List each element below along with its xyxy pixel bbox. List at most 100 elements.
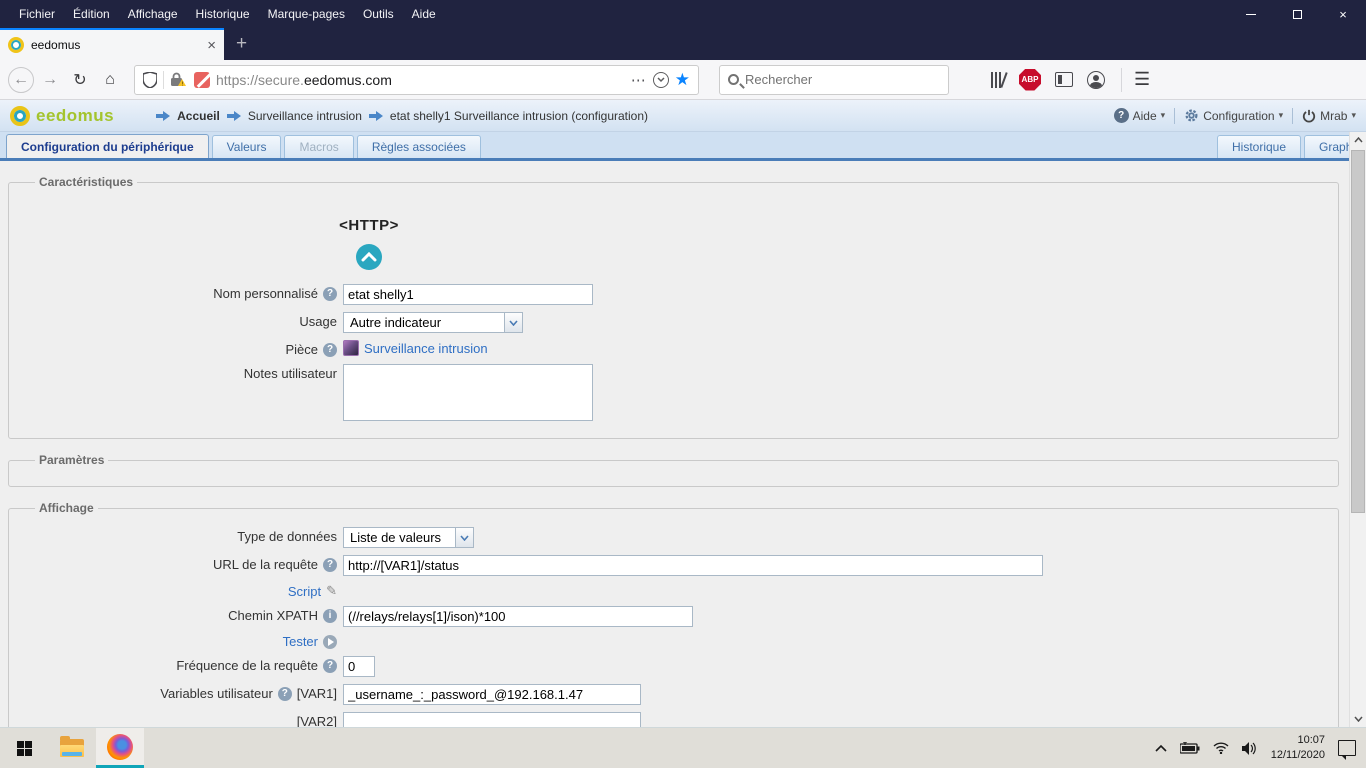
field-script: Script ✎ bbox=[19, 581, 1328, 599]
menu-marque-pages[interactable]: Marque-pages bbox=[259, 3, 354, 25]
breadcrumb-arrow-icon bbox=[369, 111, 383, 121]
breadcrumb-device: etat shelly1 Surveillance intrusion (con… bbox=[390, 109, 648, 123]
tracking-shield-icon[interactable] bbox=[143, 72, 157, 88]
breadcrumb-accueil[interactable]: Accueil bbox=[177, 109, 220, 123]
aide-menu[interactable]: ? Aide ▾ bbox=[1114, 108, 1166, 123]
search-input[interactable] bbox=[745, 72, 940, 87]
pencil-icon[interactable]: ✎ bbox=[326, 583, 337, 599]
library-icon[interactable] bbox=[991, 72, 1005, 88]
user-label: Mrab bbox=[1320, 109, 1347, 123]
action-center-icon[interactable] bbox=[1338, 740, 1356, 756]
menu-edition[interactable]: Édition bbox=[64, 3, 119, 25]
reload-button[interactable]: ↻ bbox=[66, 66, 94, 94]
tab-regles-associees[interactable]: Règles associées bbox=[357, 135, 481, 158]
scroll-down-icon[interactable] bbox=[1350, 711, 1366, 727]
menu-fichier[interactable]: Fichier bbox=[10, 3, 64, 25]
usage-select[interactable]: Autre indicateur bbox=[343, 312, 523, 333]
url-bar[interactable]: ! https://secure.eedomus.com ⋯ ★ bbox=[134, 65, 699, 95]
tab-title: eedomus bbox=[31, 38, 200, 52]
tab-historique[interactable]: Historique bbox=[1217, 135, 1301, 158]
var1-input[interactable] bbox=[343, 684, 641, 705]
field-notes: Notes utilisateur bbox=[19, 364, 1328, 421]
frequence-input[interactable] bbox=[343, 656, 375, 677]
var2-input[interactable] bbox=[343, 712, 641, 727]
dropdown-arrow-icon[interactable] bbox=[455, 528, 473, 547]
page-actions-icon[interactable]: ⋯ bbox=[631, 71, 647, 89]
tab-configuration-peripherique[interactable]: Configuration du périphérique bbox=[6, 134, 209, 158]
xpath-label: Chemin XPATH bbox=[228, 608, 318, 623]
scrollbar-thumb[interactable] bbox=[1351, 150, 1365, 513]
wifi-icon[interactable] bbox=[1213, 742, 1229, 754]
bookmark-star-icon[interactable]: ★ bbox=[675, 70, 690, 90]
tab-close-icon[interactable]: × bbox=[207, 38, 216, 53]
firefox-icon bbox=[107, 734, 133, 760]
tab-valeurs[interactable]: Valeurs bbox=[212, 135, 282, 158]
room-link[interactable]: Surveillance intrusion bbox=[364, 341, 488, 356]
firefox-button[interactable] bbox=[96, 728, 144, 768]
nom-input[interactable] bbox=[343, 284, 593, 305]
scroll-up-icon[interactable] bbox=[1350, 132, 1366, 148]
page-scrollbar[interactable] bbox=[1349, 132, 1366, 727]
adblock-icon[interactable]: ABP bbox=[1019, 69, 1041, 91]
dropdown-arrow-icon[interactable] bbox=[504, 313, 522, 332]
url-text[interactable]: https://secure.eedomus.com bbox=[216, 72, 625, 88]
play-icon[interactable] bbox=[323, 635, 337, 649]
user-menu[interactable]: Mrab ▾ bbox=[1302, 109, 1356, 123]
flash-blocked-icon[interactable] bbox=[194, 72, 210, 88]
info-icon[interactable]: i bbox=[323, 609, 337, 623]
help-icon[interactable]: ? bbox=[278, 687, 292, 701]
eedomus-logo-icon bbox=[10, 106, 30, 126]
configuration-menu[interactable]: Configuration ▾ bbox=[1184, 108, 1283, 123]
minimize-icon bbox=[1246, 14, 1256, 15]
collapse-chevron-icon[interactable] bbox=[356, 244, 382, 270]
breadcrumb-room[interactable]: Surveillance intrusion bbox=[248, 109, 362, 123]
insecure-lock-icon[interactable]: ! bbox=[170, 72, 188, 88]
account-icon[interactable] bbox=[1087, 71, 1105, 89]
home-button[interactable]: ⌂ bbox=[96, 66, 124, 94]
svg-text:!: ! bbox=[182, 81, 184, 87]
help-icon[interactable]: ? bbox=[323, 287, 337, 301]
browser-navbar: ← → ↻ ⌂ ! https://secure.eedomus.com ⋯ ★… bbox=[0, 60, 1366, 100]
menu-aide[interactable]: Aide bbox=[403, 3, 445, 25]
field-frequence: Fréquence de la requête? bbox=[19, 656, 1328, 677]
chevron-down-icon: ▾ bbox=[1161, 110, 1166, 121]
nom-label: Nom personnalisé bbox=[213, 286, 318, 301]
explorer-button[interactable] bbox=[48, 728, 96, 768]
menu-affichage[interactable]: Affichage bbox=[119, 3, 187, 25]
usage-label: Usage bbox=[299, 314, 337, 329]
menu-outils[interactable]: Outils bbox=[354, 3, 403, 25]
script-link[interactable]: Script bbox=[288, 584, 321, 599]
battery-icon[interactable] bbox=[1180, 742, 1200, 754]
browser-tab-eedomus[interactable]: eedomus × bbox=[0, 28, 224, 60]
folder-icon bbox=[60, 739, 84, 757]
help-icon[interactable]: ? bbox=[323, 659, 337, 673]
xpath-input[interactable] bbox=[343, 606, 693, 627]
menu-historique[interactable]: Historique bbox=[187, 3, 259, 25]
search-box bbox=[719, 65, 949, 95]
url-requete-input[interactable] bbox=[343, 555, 1043, 576]
forward-button[interactable]: → bbox=[36, 66, 64, 94]
section-title: Paramètres bbox=[35, 453, 108, 467]
help-icon[interactable]: ? bbox=[323, 558, 337, 572]
volume-icon[interactable] bbox=[1242, 742, 1258, 755]
back-button[interactable]: ← bbox=[8, 67, 34, 93]
tray-chevron-icon[interactable] bbox=[1155, 744, 1167, 752]
close-button[interactable]: × bbox=[1320, 0, 1366, 28]
new-tab-button[interactable]: + bbox=[224, 33, 261, 60]
restore-button[interactable] bbox=[1274, 0, 1320, 28]
sidebar-toggle-icon[interactable] bbox=[1055, 72, 1073, 87]
pocket-icon[interactable] bbox=[653, 72, 669, 88]
type-donnees-select[interactable]: Liste de valeurs bbox=[343, 527, 474, 548]
tab-graphe[interactable]: Graphe bbox=[1304, 135, 1349, 158]
help-icon[interactable]: ? bbox=[323, 343, 337, 357]
notes-textarea[interactable] bbox=[343, 364, 593, 421]
tester-link[interactable]: Tester bbox=[283, 634, 318, 649]
hamburger-menu-icon[interactable]: ☰ bbox=[1134, 69, 1150, 90]
start-button[interactable] bbox=[0, 728, 48, 768]
minimize-button[interactable] bbox=[1228, 0, 1274, 28]
eedomus-logo[interactable]: eedomus bbox=[10, 106, 114, 126]
tray-clock[interactable]: 10:07 12/11/2020 bbox=[1271, 733, 1325, 763]
usage-value: Autre indicateur bbox=[344, 315, 504, 330]
right-tabs: Historique Graphe bbox=[1217, 135, 1349, 158]
section-title: Caractéristiques bbox=[35, 175, 137, 189]
